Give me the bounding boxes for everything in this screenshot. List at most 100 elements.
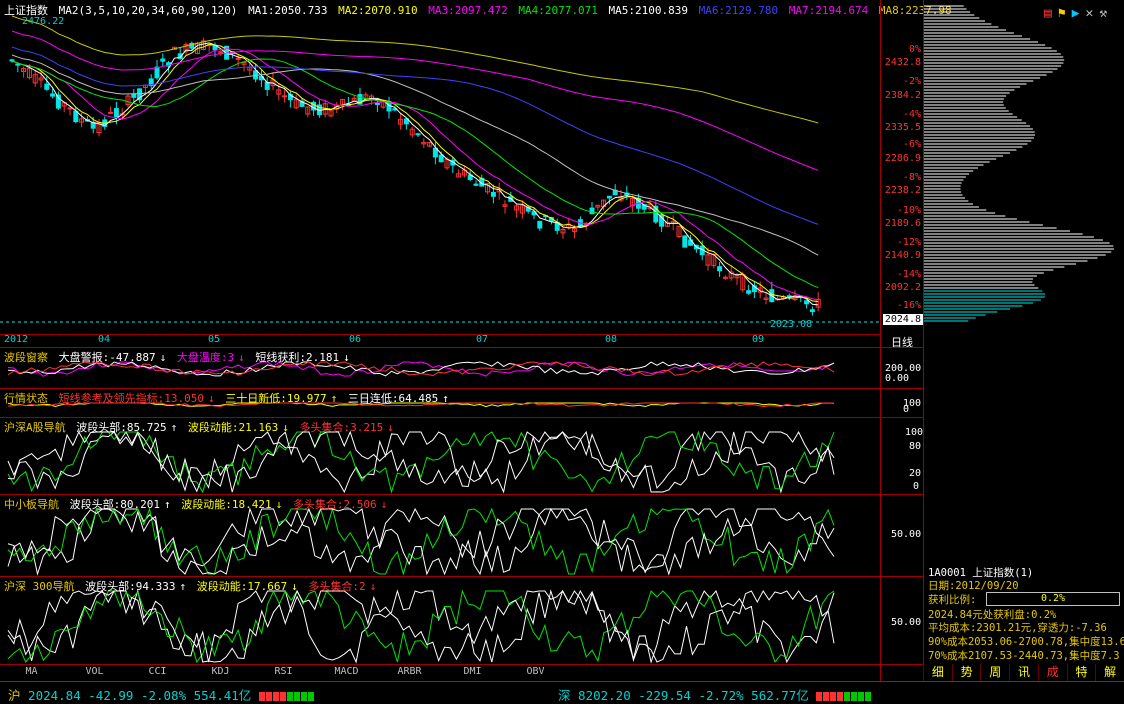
panel1-header: 波段窗察 大盘警报:-47.887 ↓ 大盘温度:3 ↓ 短线获利:2.181 ↓ [4, 349, 354, 365]
panel2-field2: 三十日新低:19.977 [225, 392, 327, 405]
tab-vol[interactable]: VOL [63, 665, 126, 679]
candle [264, 81, 270, 90]
panel3-field3: 多头集合:3.215 [299, 421, 384, 434]
indicator-line [7, 430, 835, 493]
candle [235, 57, 241, 60]
tab-special[interactable]: 特 [1066, 664, 1096, 681]
period-label[interactable]: 日线 [880, 334, 923, 349]
month-label: 05 [208, 334, 221, 345]
sz-index-quote[interactable]: 深 8202.20 -229.54 -2.72% 562.77亿 [558, 685, 872, 704]
tools-icon[interactable]: ✕ [1085, 6, 1093, 22]
tab-obv[interactable]: OBV [504, 665, 567, 679]
candle [537, 220, 543, 229]
price-tick: 2092.2 [884, 282, 921, 293]
panel-bands-watch[interactable]: 波段窗察 大盘警报:-47.887 ↓ 大盘温度:3 ↓ 短线获利:2.181 ↓ [0, 347, 880, 389]
ma-line [11, 30, 819, 171]
cost70-line: 70%成本2107.53-2440.73,集中度7.3 [928, 650, 1120, 662]
candle [15, 63, 21, 66]
panel-market-state[interactable]: 行情状态 短线参考及领先指标:13.050 ↓ 三十日新低:19.977 ↑ 三日连… [0, 388, 880, 418]
ma-line [11, 46, 819, 225]
tab-detail[interactable]: 细 [923, 664, 952, 681]
tab-trend[interactable]: 势 [951, 664, 981, 681]
flag-icon[interactable]: ⚑ [1058, 6, 1066, 22]
tab-dmi[interactable]: DMI [441, 665, 504, 679]
candle [374, 102, 380, 105]
panel5-field3: 多头集合:2 [308, 580, 366, 593]
candle [438, 154, 444, 163]
panel-a-share-nav[interactable]: 沪深A股导航 波段头部:85.725 ↑ 波段动能:21.163 ↓ 多头集合:3.… [0, 417, 880, 495]
pct-tick: -12% [896, 237, 921, 248]
main-kline-chart[interactable]: 上证指数 MA2(3,5,10,20,34,60,90,120) MA1:205… [0, 0, 952, 335]
settings-icon[interactable]: ⚒ [1099, 6, 1107, 22]
arrow-down-icon: ↓ [380, 498, 388, 511]
panel1-field1: 大盘警报:-47.887 [58, 351, 156, 364]
chip-distribution-canvas [924, 5, 1114, 322]
sh-breadth-bar [258, 688, 315, 703]
current-price-tag: 2024.8 [882, 314, 923, 325]
chip-date: 日期:2012/09/20 [928, 580, 1019, 592]
tab-chips[interactable]: 成 [1037, 664, 1067, 681]
pct-tick: -6% [902, 139, 921, 150]
panel4-field2: 波段动能:18.421 [181, 498, 272, 511]
scale-tick: 100 [905, 427, 924, 438]
candle [717, 266, 723, 272]
panel2-scale: 100 0 [880, 388, 923, 418]
tab-ma[interactable]: MA [0, 665, 63, 679]
candle [473, 183, 479, 186]
candle [131, 93, 137, 98]
sh-price: 2024.84 [28, 688, 81, 703]
low-price-label: 2023.08 [770, 319, 813, 330]
month-label: 09 [752, 334, 765, 345]
sh-index-quote[interactable]: 沪 2024.84 -42.99 -2.08% 554.41亿 [8, 685, 315, 704]
arrow-up-icon: ↑ [163, 498, 171, 511]
sz-breadth-bar [816, 688, 872, 703]
price-scale: 0% -2% -4% -6% -8% -10% -12% -14% -16% 2432.8 2384… [880, 0, 923, 334]
price-tick: 2238.2 [884, 185, 921, 196]
ma3-value: MA3:2097.472 [428, 4, 508, 17]
indicator-line [7, 430, 835, 494]
ma-line [11, 54, 819, 256]
indicator-line [7, 589, 835, 663]
cost90-line: 90%成本2053.06-2700.78,集中度13.6 [928, 636, 1124, 648]
tab-arbr[interactable]: ARBR [378, 665, 441, 679]
arrow-down-icon: ↓ [159, 351, 167, 364]
panel-csi300-nav[interactable]: 沪深 300导航 波段头部:94.333 ↑ 波段动能:17.667 ↓ 多头集合:… [0, 576, 880, 665]
sh-pct: -2.08% [140, 688, 187, 703]
pct-tick: -16% [896, 300, 921, 311]
pct-tick: -2% [902, 76, 921, 87]
panel-sme-nav[interactable]: 中小板导航 波段头部:80.201 ↑ 波段动能:18.421 ↓ 多头集合:2.5… [0, 494, 880, 577]
kline-canvas[interactable] [0, 0, 880, 334]
indicator-line [7, 589, 835, 664]
tab-week[interactable]: 周 [980, 664, 1009, 681]
ma5-value: MA5:2100.839 [608, 4, 688, 17]
panel3-field1: 波段头部:85.725 [76, 421, 167, 434]
ma4-value: MA4:2077.071 [518, 4, 598, 17]
panel1-field2: 大盘温度:3 [176, 351, 235, 364]
price-tick: 2140.9 [884, 250, 921, 261]
month-label: 08 [605, 334, 618, 345]
panel5-scale: 50.00 [880, 576, 923, 665]
page-icon[interactable]: ▤ [1044, 6, 1052, 22]
arrow-down-icon: ↓ [275, 498, 283, 511]
scale-tick: 80 [909, 441, 922, 452]
scale-tick: 20 [909, 468, 922, 479]
tab-news[interactable]: 讯 [1009, 664, 1038, 681]
candle [108, 111, 114, 114]
play-icon[interactable]: ▶ [1072, 6, 1080, 22]
ma-line [11, 43, 819, 303]
tab-kdj[interactable]: KDJ [189, 665, 252, 679]
candle [154, 66, 160, 79]
ma7-value: MA7:2194.674 [788, 4, 869, 17]
tab-macd[interactable]: MACD [315, 665, 378, 679]
indicator-line [7, 430, 835, 494]
sh-change: -42.99 [88, 688, 134, 703]
candle [50, 93, 56, 97]
high-price-label: 2476.22 [22, 16, 65, 27]
tab-rsi[interactable]: RSI [252, 665, 315, 679]
tab-explain[interactable]: 解 [1095, 664, 1124, 681]
tab-cci[interactable]: CCI [126, 665, 189, 679]
panel5-field2: 波段动能:17.667 [196, 580, 288, 593]
chip-distribution-panel[interactable]: ▤ ⚑ ▶ ✕ ⚒ 1A0001 上证指数(1) 日期:2012/09/20 获… [923, 0, 1124, 664]
panel5-field1: 波段头部:94.333 [85, 580, 176, 593]
avg-cost-line: 平均成本:2301.21元,穿透力:-7.36 [928, 622, 1107, 634]
